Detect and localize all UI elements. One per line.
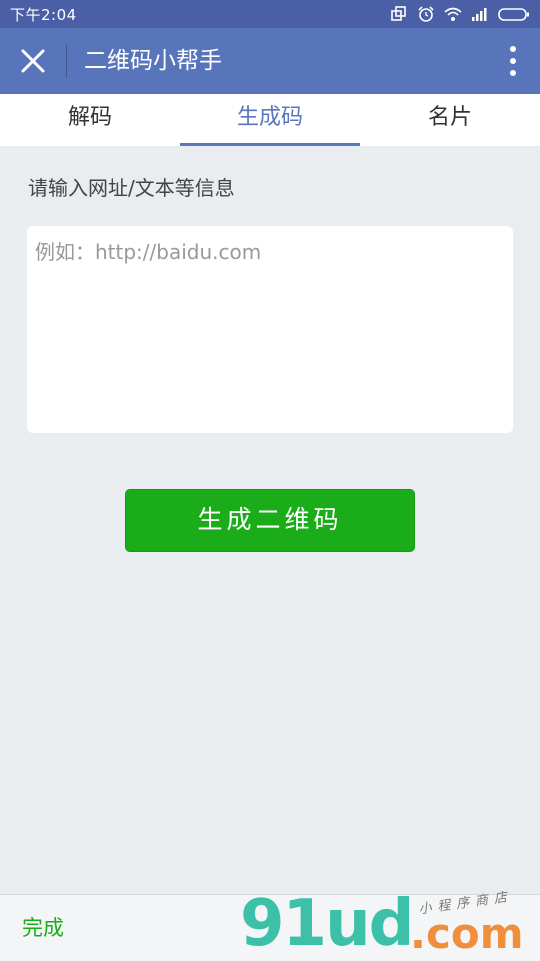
status-bar: 下午2:04 (0, 0, 540, 28)
status-icons (390, 6, 530, 22)
nav-divider (66, 44, 67, 78)
textarea-placeholder: 例如：http://baidu.com (35, 240, 262, 264)
input-prompt-label: 请输入网址/文本等信息 (28, 176, 235, 200)
tab-bar: 解码 生成码 名片 (0, 94, 540, 146)
nav-bar: 二维码小帮手 (0, 28, 540, 94)
battery-icon (498, 6, 530, 22)
generate-qrcode-button[interactable]: 生成二维码 (125, 489, 415, 552)
tab-business-card[interactable]: 名片 (360, 94, 540, 146)
watermark-domain-text: .com (410, 909, 524, 958)
done-button[interactable]: 完成 (22, 895, 64, 961)
close-icon[interactable] (18, 46, 48, 76)
alarm-icon (417, 6, 435, 22)
wifi-icon (444, 6, 462, 22)
signal-icon (471, 6, 489, 22)
copy-icon (390, 6, 408, 22)
more-vertical-icon[interactable] (506, 44, 520, 78)
tab-decode[interactable]: 解码 (0, 94, 180, 146)
tab-generate[interactable]: 生成码 (180, 94, 360, 146)
watermark-logo-text: 91ud (240, 887, 414, 961)
watermark-logo: 91ud .com 小程序商店 (240, 888, 540, 960)
page-title: 二维码小帮手 (84, 48, 222, 74)
status-time: 下午2:04 (10, 5, 77, 24)
content-textarea[interactable]: 例如：http://baidu.com (27, 226, 513, 433)
